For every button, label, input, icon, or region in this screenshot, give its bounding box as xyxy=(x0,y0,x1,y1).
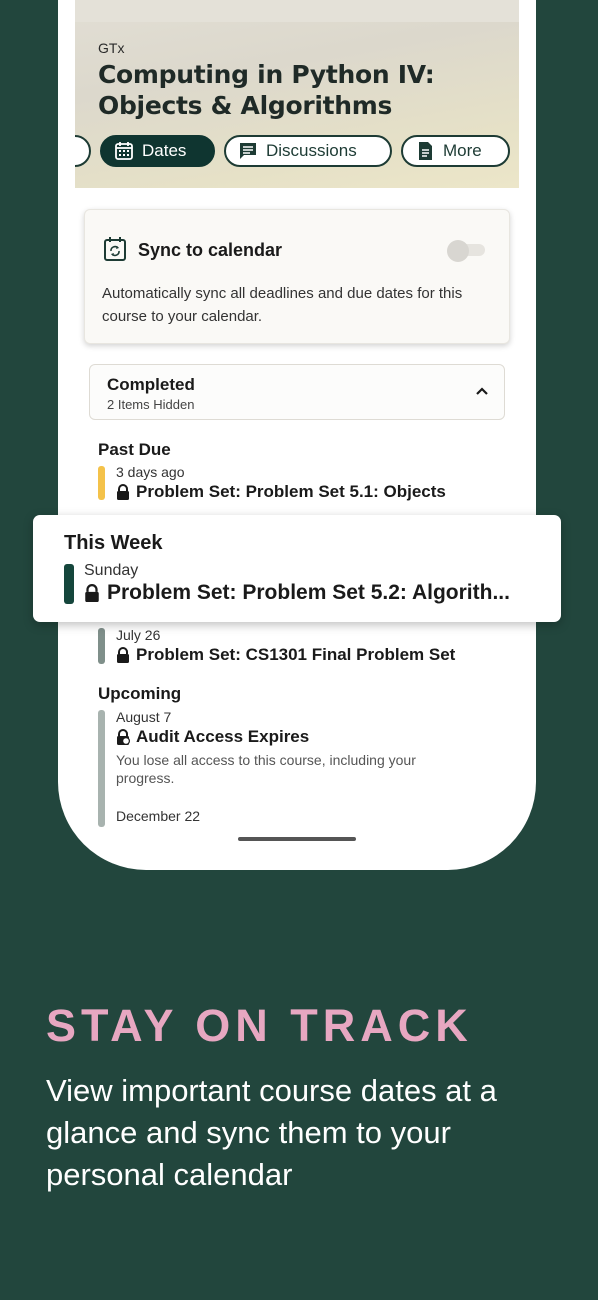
upcoming-item-1-description: You lose all access to this course, incl… xyxy=(116,752,416,786)
this-week-highlight-bar xyxy=(64,564,74,604)
phone-screen: GTx Computing in Python IV: Objects & Al… xyxy=(58,0,536,870)
course-title: Computing in Python IV: Objects & Algori… xyxy=(98,60,435,120)
this-week-date-1: Sunday xyxy=(84,562,139,579)
lock-icon xyxy=(85,584,99,602)
course-org: GTx xyxy=(98,40,125,56)
tab-discussions[interactable]: Discussions xyxy=(224,135,392,167)
toggle-knob xyxy=(447,240,469,262)
this-week-item-1-title: Problem Set: Problem Set 5.2: Algorith..… xyxy=(107,581,510,604)
sync-description: Automatically sync all deadlines and due… xyxy=(102,285,463,325)
chevron-up-icon[interactable] xyxy=(474,383,490,399)
lock-icon xyxy=(117,484,129,500)
marketing-subline: View important course dates at a glance … xyxy=(46,1073,497,1192)
upcoming-item-1-title: Audit Access Expires xyxy=(136,727,310,746)
calendar-sync-icon xyxy=(104,237,126,261)
past-due-bar xyxy=(98,466,105,500)
past-due-item-title: Problem Set: Problem Set 5.1: Objects xyxy=(136,482,446,501)
upcoming-bar xyxy=(98,710,105,827)
this-week-heading: This Week xyxy=(64,532,163,554)
sync-toggle[interactable] xyxy=(447,240,485,262)
document-icon xyxy=(419,142,432,160)
this-week-bar xyxy=(98,628,105,664)
lock-icon xyxy=(117,647,129,663)
upcoming-date-1: August 7 xyxy=(116,709,172,725)
this-week-item-2-title: Problem Set: CS1301 Final Problem Set xyxy=(136,645,456,664)
this-week-date-2: July 26 xyxy=(116,627,161,643)
past-due-date: 3 days ago xyxy=(116,464,185,480)
this-week-item-2[interactable]: Problem Set: CS1301 Final Problem Set xyxy=(116,645,455,665)
upcoming-item-1[interactable]: Audit Access Expires xyxy=(116,727,309,747)
tab-more-label: More xyxy=(443,141,482,160)
course-tabs: Dates Discussions More xyxy=(75,135,519,171)
calendar-icon xyxy=(115,142,133,160)
tab-dates-label: Dates xyxy=(142,141,187,160)
chat-icon xyxy=(240,143,256,159)
tab-discussions-label: Discussions xyxy=(266,141,357,160)
tab-more[interactable]: More xyxy=(401,135,510,167)
upcoming-date-2: December 22 xyxy=(116,808,201,824)
marketing-headline: STAY ON TRACK xyxy=(46,1000,473,1051)
sync-calendar-card: Sync to calendar Automatically sync all … xyxy=(84,209,510,344)
past-due-heading: Past Due xyxy=(98,440,171,459)
this-week-highlight-card: This Week Sunday Problem Set: Problem Se… xyxy=(33,515,561,622)
this-week-item-1[interactable]: Problem Set: Problem Set 5.2: Algorith..… xyxy=(84,581,510,605)
completed-title: Completed xyxy=(107,375,195,394)
completed-section[interactable]: Completed 2 Items Hidden xyxy=(89,364,505,420)
tab-previous[interactable] xyxy=(75,135,91,167)
sync-title: Sync to calendar xyxy=(138,240,283,260)
home-indicator xyxy=(238,837,356,841)
course-header: GTx Computing in Python IV: Objects & Al… xyxy=(75,0,519,188)
lock-clock-icon xyxy=(117,729,130,745)
course-banner-art xyxy=(75,0,519,22)
upcoming-heading: Upcoming xyxy=(98,684,182,703)
tab-dates[interactable]: Dates xyxy=(100,135,215,167)
past-due-item[interactable]: Problem Set: Problem Set 5.1: Objects xyxy=(116,482,446,502)
completed-subtitle: 2 Items Hidden xyxy=(107,397,195,412)
